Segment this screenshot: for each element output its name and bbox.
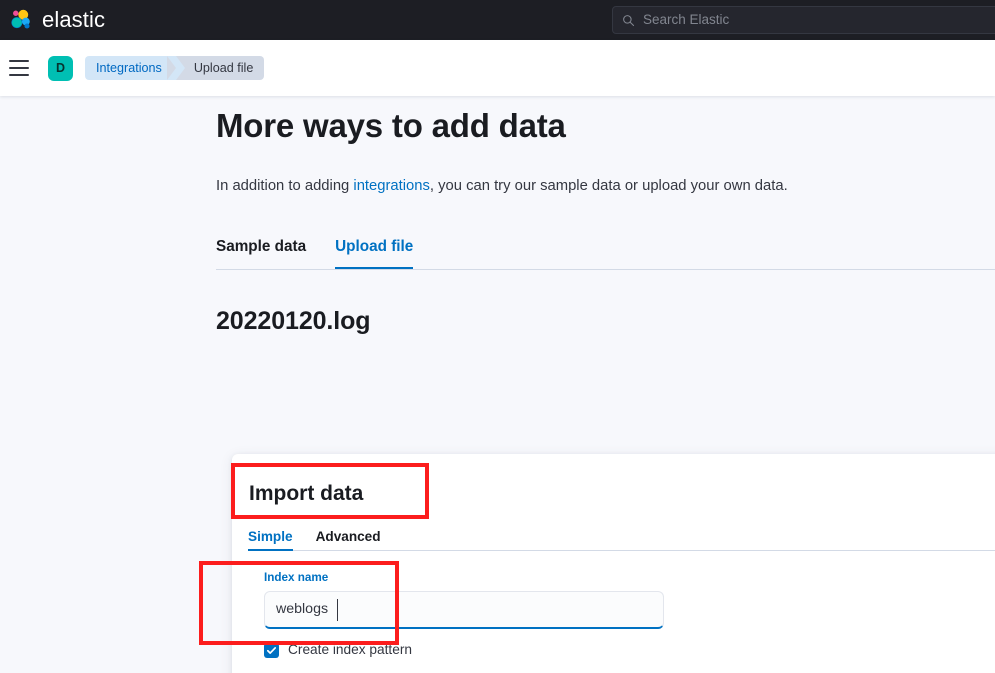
tab-label: Simple: [248, 528, 293, 544]
breadcrumb: Integrations Upload file: [85, 56, 265, 80]
create-index-pattern-checkbox[interactable]: [264, 642, 279, 658]
create-index-pattern-row[interactable]: Create index pattern: [264, 642, 995, 658]
tab-sample-data[interactable]: Sample data: [216, 227, 306, 269]
check-icon: [266, 646, 277, 654]
index-name-field-wrap: [264, 590, 664, 629]
page-content: More ways to add data In addition to add…: [216, 96, 995, 336]
import-mode-tabs: Simple Advanced: [248, 522, 995, 551]
subtitle-before: In addition to adding: [216, 177, 354, 194]
tab-upload-file[interactable]: Upload file: [335, 227, 414, 270]
text-caret: [337, 598, 338, 621]
import-data-panel: Import data Simple Advanced Index name w…: [232, 454, 995, 673]
hamburger-menu-icon[interactable]: [9, 60, 29, 76]
page-title: More ways to add data: [216, 107, 566, 144]
page-subtitle: In addition to adding integrations, you …: [216, 176, 995, 197]
create-index-pattern-label[interactable]: Create index pattern: [288, 643, 412, 657]
breadcrumb-item-upload-file[interactable]: Upload file: [166, 56, 265, 80]
index-name-label: Index name: [264, 571, 329, 584]
brand[interactable]: elastic: [9, 8, 105, 32]
search-icon: [623, 14, 635, 26]
menu-line: [9, 67, 29, 69]
global-search-box[interactable]: Search Elastic: [612, 6, 995, 34]
page-tabs: Sample data Upload file: [216, 227, 995, 271]
tab-advanced[interactable]: Advanced: [316, 522, 381, 551]
integrations-link[interactable]: integrations: [353, 178, 430, 194]
tab-label: Upload file: [335, 238, 414, 256]
import-data-title: Import data: [249, 482, 364, 505]
breadcrumb-bar: D Integrations Upload file: [0, 40, 995, 96]
breadcrumb-item-integrations[interactable]: Integrations: [85, 56, 185, 80]
brand-name: elastic: [42, 7, 106, 32]
page-body: More ways to add data In addition to add…: [0, 96, 995, 673]
breadcrumb-label: Integrations: [96, 60, 162, 75]
space-avatar[interactable]: D: [48, 55, 73, 81]
tab-label: Sample data: [216, 238, 307, 256]
breadcrumb-label: Upload file: [193, 60, 254, 75]
elastic-logo-icon: [11, 9, 30, 29]
index-name-input[interactable]: [264, 590, 664, 629]
top-navigation-bar: elastic Search Elastic: [0, 0, 995, 40]
menu-line: [9, 74, 29, 76]
tab-label: Advanced: [315, 528, 381, 544]
uploaded-file-name: 20220120.log: [216, 307, 371, 336]
search-placeholder: Search Elastic: [643, 12, 730, 28]
subtitle-after: , you can try our sample data or upload …: [429, 177, 788, 194]
menu-line: [9, 60, 29, 62]
tab-simple[interactable]: Simple: [248, 522, 293, 551]
import-form: Index name Create index pattern Import: [248, 572, 995, 673]
